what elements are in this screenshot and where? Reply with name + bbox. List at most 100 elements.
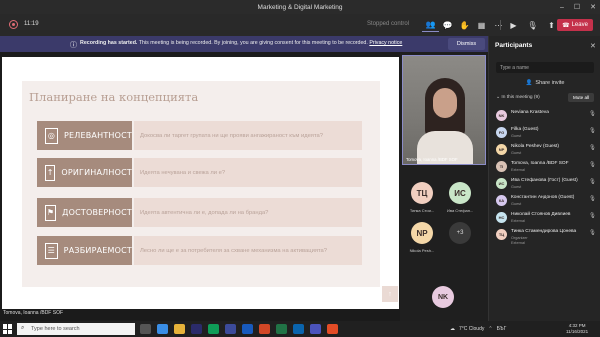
participant-role: Guest <box>511 151 522 155</box>
slide-title: Планиране на концепцията <box>29 90 199 104</box>
system-tray: ☁ 7°C Cloudy ⌃ БЪГ <box>450 321 506 337</box>
list-item[interactable]: FG Filka (Guest) Guest 🎙 <box>496 124 596 142</box>
list-item[interactable]: КА Константин Андонов (Guest) Guest 🎙 <box>496 192 596 210</box>
self-avatar[interactable]: NK <box>432 286 454 308</box>
upload-icon: ↑ <box>45 164 56 181</box>
language-indicator[interactable]: БЪГ <box>497 326 507 332</box>
list-item[interactable]: НС Николай Стоянов Дивлиев External 🎙 <box>496 209 596 227</box>
share-invite-label: Share invite <box>535 79 565 86</box>
raise-hand-icon[interactable]: ✋ <box>456 18 473 32</box>
mic-muted-icon: 🎙 <box>589 179 596 185</box>
camera-off-icon[interactable]: ▶ <box>505 18 522 32</box>
participant-role: Organizer External <box>511 236 528 245</box>
participant-tile[interactable]: ТЦ Тинка Стои... <box>409 182 435 213</box>
search-icon: ⌕ <box>21 325 25 331</box>
list-item[interactable]: ТЦ Тинка Стамендирова Цонева Organizer E… <box>496 226 596 245</box>
task-view-icon[interactable] <box>140 324 151 334</box>
mic-muted-icon: 🎙 <box>589 230 596 236</box>
in-meeting-header[interactable]: ⌄ In this meeting (9) <box>496 95 540 100</box>
participant-name: Тинка Стамендирова Цонева <box>511 229 577 234</box>
avatar: КА <box>496 195 507 206</box>
windows-taskbar: ⌕ Type here to search ☁ 7°C Cloudy ⌃ БЪГ… <box>0 321 600 337</box>
edge-icon[interactable] <box>157 324 168 334</box>
slide-row-relevance: ◎ РЕЛЕВАНТНОСТ Докосва ли таргет групата… <box>37 121 362 150</box>
more-participants-tile[interactable]: +3 <box>447 222 473 244</box>
mic-muted-icon: 🎙 <box>589 145 596 151</box>
tray-chevron-icon[interactable]: ⌃ <box>488 326 492 332</box>
store-icon[interactable] <box>191 324 202 334</box>
teams-icon[interactable] <box>225 324 236 334</box>
participant-tile[interactable]: NP Nikola Pesh... <box>409 222 435 253</box>
maximize-icon[interactable]: ☐ <box>574 3 580 11</box>
mic-icon: 🎙 <box>589 162 596 168</box>
participant-name: Neviana Krasteva <box>511 110 549 115</box>
leave-label: Leave <box>571 22 588 28</box>
minimize-icon[interactable]: – <box>560 4 564 11</box>
recording-banner: ⓘ Recording has started. This meeting is… <box>0 36 488 52</box>
meeting-timer: 11:19 <box>24 21 39 27</box>
recording-status: Stopped control <box>367 21 410 27</box>
dismiss-button[interactable]: Dismiss <box>448 38 485 50</box>
leave-button[interactable]: ☎ Leave <box>557 19 593 31</box>
mic-muted-icon: 🎙 <box>589 128 596 134</box>
privacy-notice-link[interactable]: Privacy notice <box>369 40 402 46</box>
list-item[interactable]: TI Tomova, Ioanna /BDF SOF External 🎙 <box>496 158 596 176</box>
avatar: NP <box>496 144 507 155</box>
clipboard-icon: ☰ <box>45 242 58 259</box>
teams-window: Marketing & Digital Marketing – ☐ ✕ 11:1… <box>0 0 600 321</box>
slide-scroll-up-button[interactable]: ↑ <box>382 286 398 302</box>
list-item[interactable]: ИС Ива Стефанова (Гост) (Guest) Guest 🎙 <box>496 175 596 193</box>
slide-row-originality: ↑ ОРИГИНАЛНОСТ Идеята нечувана и свежа л… <box>37 158 362 187</box>
recording-message-text: This meeting is being recorded. By joini… <box>137 40 370 46</box>
weather-icon: ☁ <box>450 326 455 332</box>
share-invite-button[interactable]: 👤 Share invite <box>496 77 594 88</box>
participant-name: Николай Стоянов Дивлиев <box>511 212 571 217</box>
avatar: TI <box>496 161 507 172</box>
list-item[interactable]: NP Nikola Peshev (Guest) Guest 🎙 <box>496 141 596 159</box>
windows-start-icon[interactable] <box>3 324 13 334</box>
shared-slide: Планиране на концепцията ◎ РЕЛЕВАНТНОСТ … <box>2 57 399 309</box>
info-icon: ⓘ <box>70 42 77 49</box>
mic-muted-icon: 🎙 <box>589 213 596 219</box>
row-label: РЕЛЕВАНТНОСТ <box>64 131 132 140</box>
content-stage: Планиране на концепцията ◎ РЕЛЕВАНТНОСТ … <box>0 52 400 321</box>
close-panel-icon[interactable]: ✕ <box>590 42 596 50</box>
word-icon[interactable] <box>242 324 253 334</box>
mic-muted-icon: 🎙 <box>589 196 596 202</box>
avatar: ТЦ <box>411 182 433 204</box>
teams-active-icon[interactable] <box>310 324 321 334</box>
participant-tile[interactable]: ИС Ива Стефан... <box>447 182 473 213</box>
participant-role: External <box>511 168 525 172</box>
participants-panel: Participants ✕ Type a name 👤 Share invit… <box>488 36 600 321</box>
powerpoint-icon[interactable] <box>259 324 270 334</box>
panel-title: Participants <box>495 42 533 49</box>
mic-muted-icon: 🎙 <box>589 111 596 117</box>
file-explorer-icon[interactable] <box>174 324 185 334</box>
participant-name: Ива Стефанова (Гост) (Guest) <box>511 178 578 183</box>
mute-all-button[interactable]: Mute all <box>568 93 594 102</box>
chrome-icon[interactable] <box>208 324 219 334</box>
outlook-icon[interactable] <box>293 324 304 334</box>
presenter-video[interactable]: Tomova, Ioanna /BDF SOF <box>402 55 486 165</box>
participant-role: Guest <box>511 134 522 138</box>
participant-search-input[interactable]: Type a name <box>496 62 594 73</box>
participant-name: Tomova, Ioanna /BDF SOF <box>511 161 569 166</box>
list-item[interactable]: NK Neviana Krasteva 🎙 <box>496 107 596 125</box>
window-title: Marketing & Digital Marketing <box>257 3 343 11</box>
taskbar-clock[interactable]: 4:32 PM 11/16/2021 <box>566 323 588 335</box>
row-question: Идеята автентична ли е, допада ли на бра… <box>134 198 362 227</box>
chat-icon[interactable]: 💬 <box>439 18 456 32</box>
close-icon[interactable]: ✕ <box>590 3 596 11</box>
participants-icon[interactable]: 👥 <box>422 18 439 32</box>
add-person-icon: 👤 <box>525 79 533 86</box>
taskbar-search-input[interactable]: ⌕ Type here to search <box>17 323 135 335</box>
tile-name: Nikola Pesh... <box>409 248 435 253</box>
app-icon[interactable] <box>327 324 338 334</box>
excel-icon[interactable] <box>276 324 287 334</box>
rooms-icon[interactable]: ▦ <box>473 18 490 32</box>
taskbar-search-placeholder: Type here to search <box>31 326 80 332</box>
row-question: Идеята нечувана и свежа ли е? <box>134 158 362 187</box>
weather-text: 7°C Cloudy <box>459 326 485 332</box>
row-label: РАЗБИРАЕМОСТ <box>63 246 132 255</box>
mic-icon[interactable]: 🎙 <box>524 18 541 32</box>
